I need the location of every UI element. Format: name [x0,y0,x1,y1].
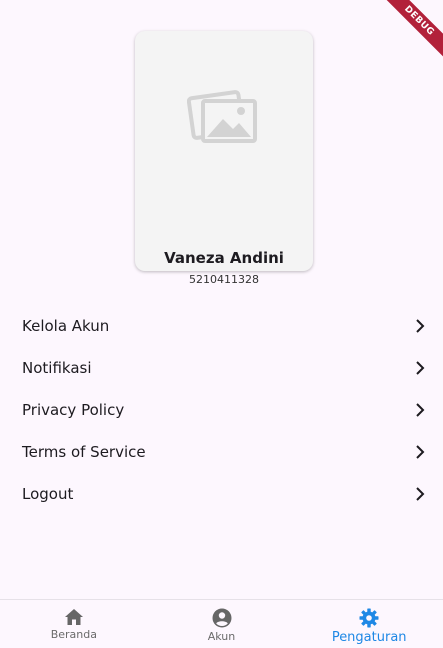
nav-item-akun[interactable]: Akun [148,600,296,648]
settings-item-label: Terms of Service [22,443,146,461]
chevron-right-icon [416,487,425,501]
profile-card: Vaneza Andini 5210411328 [135,31,313,286]
settings-item-label: Logout [22,485,74,503]
home-icon [64,609,83,625]
settings-item-kelola-akun[interactable]: Kelola Akun [0,305,443,347]
settings-item-terms-of-service[interactable]: Terms of Service [0,431,443,473]
profile-name: Vaneza Andini [164,249,284,267]
settings-list: Kelola Akun Notifikasi Privacy Policy Te… [0,305,443,515]
image-placeholder-icon [187,90,257,143]
settings-item-logout[interactable]: Logout [0,473,443,515]
nav-label: Pengaturan [331,630,407,645]
chevron-right-icon [416,403,425,417]
chevron-right-icon [416,319,425,333]
settings-item-label: Privacy Policy [22,401,125,419]
settings-item-notifikasi[interactable]: Notifikasi [0,347,443,389]
bottom-navigation: Beranda Akun Pengaturan [0,599,443,648]
debug-banner-label: DEBUG [377,0,443,63]
debug-banner: DEBUG [373,0,443,70]
nav-item-pengaturan[interactable]: Pengaturan [295,600,443,648]
profile-id: 5210411328 [189,273,259,286]
settings-item-label: Notifikasi [22,359,92,377]
nav-label: Akun [207,630,236,643]
chevron-right-icon [416,361,425,375]
nav-label: Beranda [50,628,97,641]
gear-icon [359,608,379,628]
settings-item-label: Kelola Akun [22,317,110,335]
nav-item-beranda[interactable]: Beranda [0,600,148,648]
chevron-right-icon [416,445,425,459]
account-circle-icon [212,608,231,628]
profile-photo-placeholder [135,31,313,201]
settings-item-privacy-policy[interactable]: Privacy Policy [0,389,443,431]
